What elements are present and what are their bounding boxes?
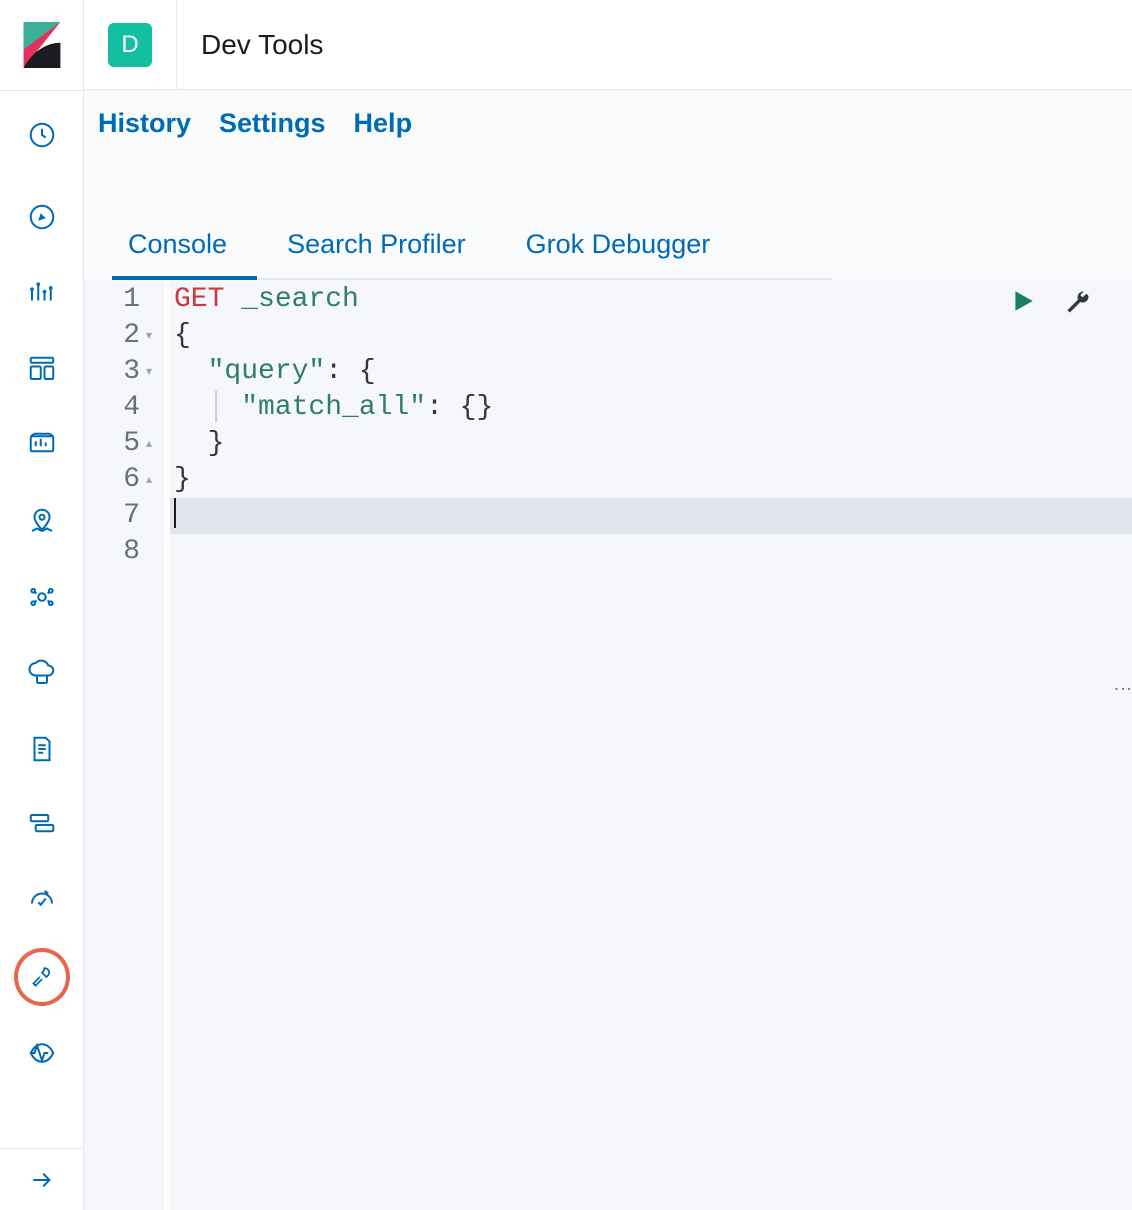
nav-dashboard[interactable] — [14, 341, 70, 397]
editor[interactable]: 12▾3▾45▴6▴78 GET _search{ "query": { │ "… — [84, 280, 1132, 1210]
code[interactable]: GET _search{ "query": { │ "match_all": {… — [164, 280, 1132, 1210]
tabs: Console Search Profiler Grok Debugger — [112, 229, 832, 280]
kibana-logo[interactable] — [0, 0, 83, 90]
toolbar-links: History Settings Help — [98, 108, 1132, 159]
nav-infra[interactable] — [14, 645, 70, 701]
nav-discover[interactable] — [14, 189, 70, 245]
run-button[interactable] — [1010, 288, 1036, 321]
main: D Dev Tools History Settings Help Consol… — [84, 0, 1132, 1210]
nav-logs[interactable] — [14, 721, 70, 777]
line-number: 6▴ — [84, 462, 164, 498]
sidebar — [0, 0, 84, 1210]
subheader: History Settings Help Console Search Pro… — [84, 90, 1132, 280]
header-separator — [176, 0, 177, 90]
header: D Dev Tools — [84, 0, 1132, 90]
nav-monitoring[interactable] — [14, 1025, 70, 1081]
line-number: 4 — [84, 390, 164, 426]
line-number: 5▴ — [84, 426, 164, 462]
line-number: 2▾ — [84, 318, 164, 354]
gutter: 12▾3▾45▴6▴78 — [84, 280, 164, 1210]
nav-expand[interactable] — [14, 1152, 70, 1208]
code-line[interactable]: } — [170, 426, 1132, 462]
nav-recent[interactable] — [14, 107, 70, 163]
code-line[interactable]: "query": { — [170, 354, 1132, 390]
settings-link[interactable]: Settings — [219, 108, 326, 139]
nav-ml[interactable] — [14, 569, 70, 625]
line-number: 1 — [84, 282, 164, 318]
line-number: 7 — [84, 498, 164, 534]
tab-grok-debugger[interactable]: Grok Debugger — [496, 229, 741, 278]
nav-canvas[interactable] — [14, 417, 70, 473]
code-line[interactable] — [170, 534, 1132, 570]
code-line[interactable] — [170, 498, 1132, 534]
history-link[interactable]: History — [98, 108, 191, 139]
resize-handle[interactable]: ⋮ — [1120, 680, 1126, 700]
help-link[interactable]: Help — [354, 108, 413, 139]
nav-apm[interactable] — [14, 797, 70, 853]
nav-uptime[interactable] — [14, 873, 70, 929]
nav-visualize[interactable] — [14, 265, 70, 321]
page-title: Dev Tools — [201, 29, 323, 61]
editor-actions — [1010, 288, 1092, 321]
nav-devtools[interactable] — [14, 949, 70, 1005]
tab-search-profiler[interactable]: Search Profiler — [257, 229, 496, 278]
wrench-button[interactable] — [1064, 288, 1092, 321]
code-line[interactable]: { — [170, 318, 1132, 354]
line-number: 8 — [84, 534, 164, 570]
nav-maps[interactable] — [14, 493, 70, 549]
code-line[interactable]: │ "match_all": {} — [170, 390, 1132, 426]
code-line[interactable]: GET _search — [170, 282, 1132, 318]
code-line[interactable]: } — [170, 462, 1132, 498]
app-badge: D — [108, 23, 152, 67]
tab-console[interactable]: Console — [112, 229, 257, 278]
line-number: 3▾ — [84, 354, 164, 390]
